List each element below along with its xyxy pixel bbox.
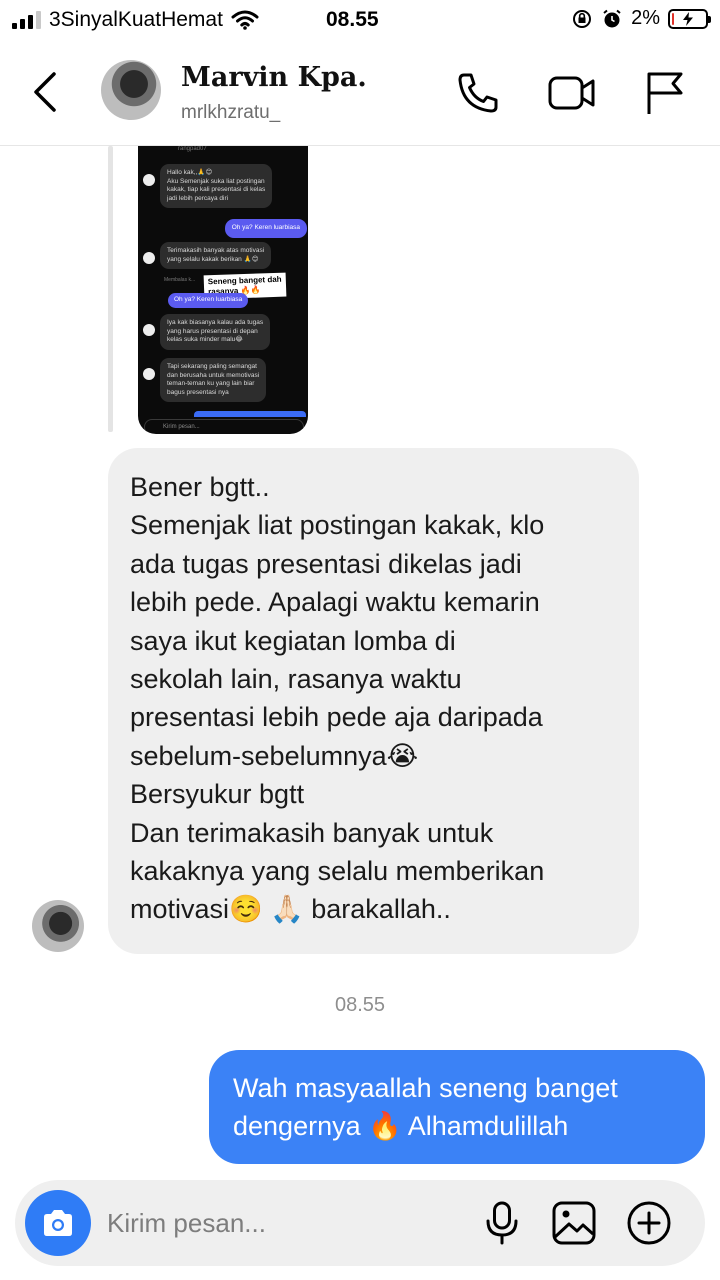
- reply-thread-line: [108, 146, 113, 432]
- sender-avatar[interactable]: [32, 900, 84, 952]
- message-line: lebih pede. Apalagi waktu kemarin: [130, 587, 540, 618]
- message-line: Semenjak liat postingan kakak, klo: [130, 510, 545, 541]
- status-time: 08.55: [326, 8, 379, 31]
- gallery-button[interactable]: [550, 1199, 598, 1247]
- message-line: sebelum-sebelumnya😭: [130, 740, 419, 771]
- message-line: presentasi lebih pede aja daripada: [130, 702, 543, 733]
- video-call-button[interactable]: [548, 70, 596, 116]
- status-left: 3SinyalKuatHemat: [12, 8, 259, 32]
- message-timestamp: 08.55: [334, 994, 386, 1016]
- battery-level: [672, 12, 674, 25]
- voice-message-button[interactable]: [478, 1199, 526, 1247]
- back-button[interactable]: [28, 70, 64, 114]
- message-line: ada tugas presentasi dikelas jadi: [130, 548, 522, 579]
- message-input[interactable]: [107, 1200, 467, 1246]
- contact-username[interactable]: mrlkhzratu_: [181, 102, 280, 124]
- shot-message: Tapi sekarang paling semangat dan berusa…: [143, 358, 267, 402]
- message-line: Dan terimakasih banyak untuk: [130, 817, 494, 848]
- message-line: Bener bgtt..: [130, 472, 270, 502]
- shot-blue-bubble-edge: [194, 411, 306, 417]
- back-icon: [34, 72, 56, 112]
- status-bar: 3SinyalKuatHemat 08.55 2%: [0, 0, 720, 40]
- battery-percent: 2%: [631, 7, 660, 29]
- shot-reply-label: Membalas k...: [164, 277, 196, 283]
- message-line: dengernya 🔥 Alhamdulillah: [233, 1111, 569, 1141]
- shot-message: Terimakasih banyak atas motivasi yang se…: [143, 242, 272, 269]
- message-line: motivasi☺️ 🙏🏻 barakallah..: [130, 894, 451, 925]
- received-message-bubble[interactable]: Bener bgtt.. Semenjak liat postingan kak…: [108, 448, 639, 954]
- message-line: Bersyukur bgtt: [130, 779, 305, 810]
- signal-icon: [12, 11, 41, 29]
- shot-input: Kirim pesan...: [144, 419, 304, 434]
- contact-name[interactable]: Marvin Kpa.: [181, 62, 367, 93]
- report-button[interactable]: [642, 70, 688, 116]
- orientation-lock-icon: [573, 9, 592, 28]
- gallery-icon: [552, 1201, 596, 1245]
- shot-message: Oh ya? Keren luarbiasa: [224, 219, 307, 238]
- battery-charging-icon: [668, 8, 711, 29]
- camera-button[interactable]: [25, 1190, 91, 1256]
- camera-icon: [44, 1210, 72, 1236]
- shared-screenshot-image[interactable]: rangpad07 Hallo kak,,🙏😊 Aku Semenjak suk…: [138, 146, 308, 434]
- phone-icon: [458, 73, 498, 113]
- carrier-label: 3SinyalKuatHemat: [49, 8, 223, 31]
- contact-avatar[interactable]: [101, 60, 161, 120]
- sent-message-bubble[interactable]: Wah masyaallah seneng banget dengernya 🔥…: [209, 1050, 705, 1164]
- message-line: kakaknya yang selalu memberikan: [130, 856, 545, 887]
- shot-message: Iya kak biasanya kalau ada tugas yang ha…: [143, 314, 271, 350]
- wifi-icon: [231, 10, 259, 30]
- shot-message: Hallo kak,,🙏😊 Aku Semenjak suka liat pos…: [143, 164, 273, 208]
- alarm-icon: [603, 9, 621, 27]
- voice-call-button[interactable]: [455, 70, 501, 116]
- flag-icon: [647, 72, 683, 114]
- chat-header: Marvin Kpa. mrlkhzratu_: [0, 40, 720, 146]
- add-icon: [627, 1201, 671, 1245]
- message-line: saya ikut kegiatan lomba di: [130, 625, 456, 656]
- shot-message: Oh ya? Keren luarbiasa: [168, 293, 249, 308]
- message-line: Wah masyaallah seneng banget: [233, 1073, 618, 1103]
- shot-top-text: rangpad07: [178, 146, 207, 152]
- message-composer: [15, 1180, 705, 1266]
- video-icon: [548, 76, 595, 110]
- status-right: 2%: [571, 7, 711, 30]
- more-options-button[interactable]: [625, 1199, 673, 1247]
- message-line: sekolah lain, rasanya waktu: [130, 664, 462, 695]
- microphone-icon: [486, 1201, 518, 1245]
